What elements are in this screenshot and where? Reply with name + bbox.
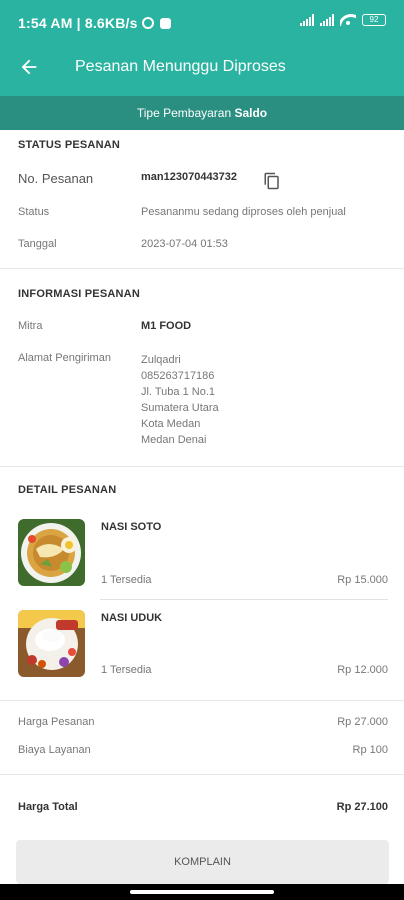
signal-icon-2	[320, 14, 334, 26]
address-line: Medan Denai	[141, 434, 207, 446]
item-price: Rp 12.000	[337, 664, 388, 676]
partner-label: Mitra	[18, 320, 43, 332]
nasi-soto-image	[18, 519, 85, 586]
wifi-icon	[340, 14, 356, 26]
arrow-left-icon	[21, 59, 37, 75]
status-label: Status	[18, 206, 50, 218]
order-number-label: No. Pesanan	[18, 171, 94, 186]
order-number-value: man123070443732	[141, 171, 238, 183]
service-fee-value: Rp 100	[352, 744, 388, 756]
divider	[0, 700, 404, 701]
address-line: 085263717186	[141, 370, 215, 382]
order-detail-title: DETAIL PESANAN	[18, 484, 117, 496]
status-value: Pesananmu sedang diproses oleh penjual	[141, 206, 346, 218]
page-title: Pesanan Menunggu Diproses	[75, 58, 286, 75]
item-qty: 1 Tersedia	[101, 664, 152, 676]
order-info-title: INFORMASI PESANAN	[18, 288, 140, 300]
notification-icon	[159, 18, 171, 29]
date-label: Tanggal	[18, 238, 57, 250]
signal-icon	[300, 14, 314, 26]
total-value: Rp 27.100	[336, 801, 388, 813]
order-price-value: Rp 27.000	[337, 716, 388, 728]
address-line: Zulqadri	[141, 354, 181, 366]
payment-type-value: Saldo	[234, 106, 268, 120]
address-label: Alamat Pengiriman	[18, 352, 111, 364]
system-nav-bar	[0, 884, 404, 900]
order-price-label: Harga Pesanan	[18, 716, 95, 728]
date-value: 2023-07-04 01:53	[141, 238, 228, 250]
item-name: NASI UDUK	[101, 612, 163, 624]
address-line: Jl. Tuba 1 No.1	[141, 386, 215, 398]
item-price: Rp 15.000	[337, 574, 388, 586]
back-button[interactable]	[18, 56, 44, 82]
address-line: Kota Medan	[141, 418, 201, 430]
nasi-uduk-image	[18, 610, 85, 677]
total-label: Harga Total	[18, 801, 78, 813]
status-bar-left: 1:54 AM | 8.6KB/s	[18, 15, 171, 31]
item-divider	[100, 599, 388, 600]
divider	[0, 268, 404, 269]
divider	[0, 774, 404, 775]
status-bar-right: 92	[300, 14, 386, 26]
address-line: Sumatera Utara	[141, 402, 219, 414]
battery-icon: 92	[362, 14, 386, 26]
app-bar: Pesanan Menunggu Diproses	[0, 44, 404, 96]
status-time: 1:54 AM | 8.6KB/s	[18, 15, 138, 31]
alarm-icon	[141, 17, 154, 29]
address-block: Zulqadri 085263717186 Jl. Tuba 1 No.1 Su…	[141, 352, 219, 448]
payment-type-bar: Tipe Pembayaran Saldo	[0, 96, 404, 130]
order-status-title: STATUS PESANAN	[18, 139, 121, 151]
service-fee-label: Biaya Layanan	[18, 744, 91, 756]
partner-value: M1 FOOD	[141, 320, 192, 332]
home-gesture-handle[interactable]	[130, 890, 274, 894]
divider	[0, 466, 404, 467]
status-bar: 1:54 AM | 8.6KB/s 92	[0, 0, 404, 44]
item-qty: 1 Tersedia	[101, 574, 152, 586]
item-name: NASI SOTO	[101, 521, 162, 533]
complain-button[interactable]: KOMPLAIN	[16, 840, 389, 884]
copy-icon[interactable]	[263, 171, 281, 191]
payment-type-label: Tipe Pembayaran	[136, 106, 235, 120]
